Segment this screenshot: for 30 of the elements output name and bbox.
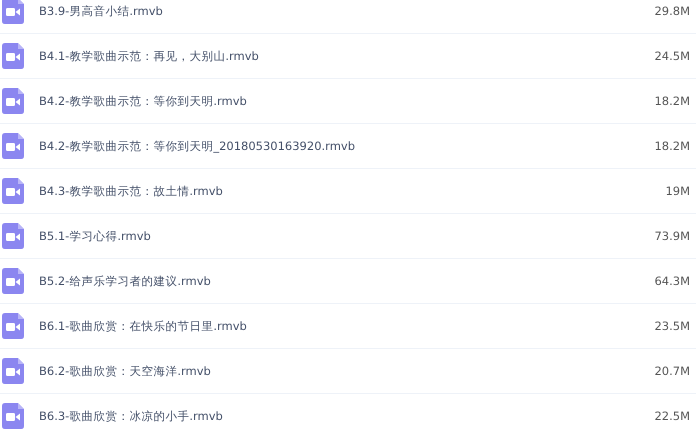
file-size: 24.5M: [654, 49, 690, 63]
video-file-icon: [2, 0, 24, 24]
video-file-icon: [2, 43, 24, 69]
file-name[interactable]: B6.2-歌曲欣赏：天空海洋.rmvb: [39, 364, 211, 378]
file-size: 29.8M: [654, 4, 690, 18]
file-size: 64.3M: [654, 274, 690, 288]
video-file-icon: [2, 178, 24, 204]
file-name[interactable]: B3.9-男高音小结.rmvb: [39, 4, 163, 18]
file-size: 19M: [665, 184, 690, 198]
file-name[interactable]: B4.3-教学歌曲示范：故土情.rmvb: [39, 184, 223, 198]
file-name[interactable]: B4.1-教学歌曲示范：再见，大别山.rmvb: [39, 48, 259, 64]
file-name[interactable]: B5.2-给声乐学习者的建议.rmvb: [39, 274, 211, 288]
file-size: 22.5M: [654, 409, 690, 423]
video-file-icon: [2, 268, 24, 294]
video-file-icon: [2, 403, 24, 429]
file-size: 73.9M: [654, 229, 690, 243]
file-size: 20.7M: [654, 364, 690, 378]
file-name[interactable]: B5.1-学习心得.rmvb: [39, 228, 151, 244]
video-file-icon: [2, 88, 24, 114]
file-name[interactable]: B6.1-歌曲欣赏：在快乐的节日里.rmvb: [39, 318, 247, 334]
file-size: 23.5M: [654, 319, 690, 333]
video-file-icon: [2, 313, 24, 339]
file-name[interactable]: B4.2-教学歌曲示范：等你到天明.rmvb: [39, 94, 247, 108]
video-file-icon: [2, 223, 24, 249]
file-size: 18.2M: [654, 94, 690, 108]
file-size: 18.2M: [654, 139, 690, 153]
video-file-icon: [2, 133, 24, 159]
file-name[interactable]: B6.3-歌曲欣赏：冰凉的小手.rmvb: [39, 408, 223, 424]
file-name[interactable]: B4.2-教学歌曲示范：等你到天明_20180530163920.rmvb: [39, 138, 356, 154]
video-file-icon: [2, 358, 24, 384]
